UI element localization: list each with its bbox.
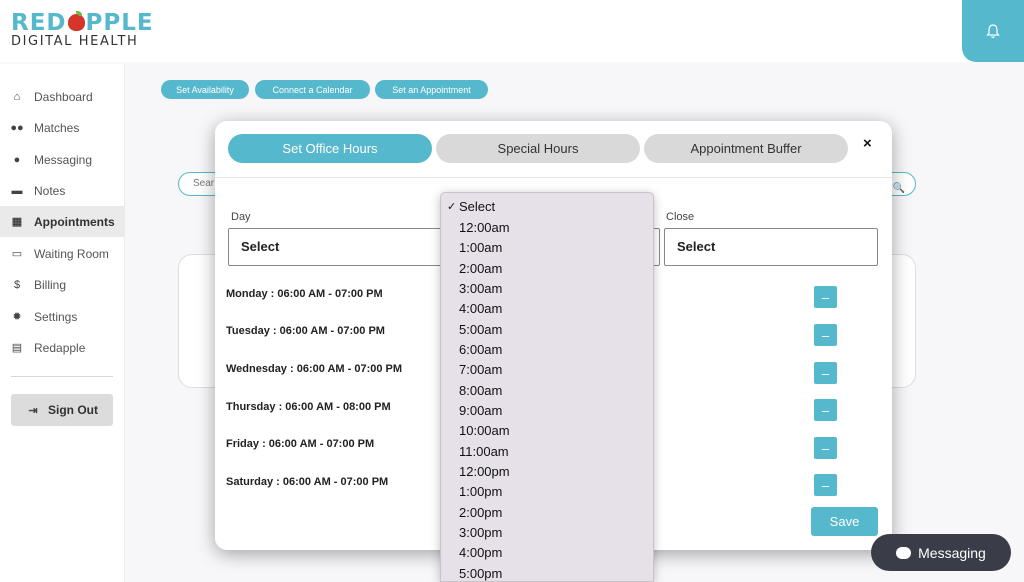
schedule-row-wednesday: Wednesday : 06:00 AM - 07:00 PM: [226, 363, 403, 375]
sidebar-item-label: Messaging: [34, 152, 93, 167]
users-icon: ●●: [10, 121, 24, 134]
sidebar-item-label: Billing: [34, 277, 67, 292]
sidebar-item-matches[interactable]: ●● Matches: [0, 112, 124, 143]
sidebar: ⌂ Dashboard ●● Matches ● Messaging ▬ Not…: [0, 64, 125, 582]
close-label: Close: [666, 211, 695, 223]
schedule-row-friday: Friday : 06:00 AM - 07:00 PM: [226, 438, 375, 450]
table-icon: ▦: [11, 216, 23, 228]
sidebar-item-label: Waiting Room: [34, 246, 109, 261]
tabs-divider: [215, 177, 892, 178]
dropdown-option[interactable]: 10:00am: [441, 421, 653, 441]
tab-special-hours[interactable]: Special Hours: [436, 134, 640, 163]
document-icon: ▤: [11, 342, 23, 354]
sign-out-label: Sign Out: [48, 403, 98, 417]
sidebar-item-label: Dashboard: [34, 89, 93, 104]
dropdown-option[interactable]: 1:00am: [441, 238, 653, 258]
dropdown-option[interactable]: 7:00am: [441, 360, 653, 380]
dropdown-option[interactable]: 3:00am: [441, 279, 653, 299]
tab-appointment-buffer[interactable]: Appointment Buffer: [644, 134, 848, 163]
dropdown-option[interactable]: 2:00am: [441, 259, 653, 279]
tab-set-office-hours[interactable]: Set Office Hours: [228, 134, 432, 163]
save-button[interactable]: Save: [811, 507, 878, 536]
schedule-row-thursday: Thursday : 06:00 AM - 08:00 PM: [226, 401, 391, 413]
dropdown-option[interactable]: 12:00pm: [441, 462, 653, 482]
sidebar-item-redapple[interactable]: ▤ Redapple: [0, 332, 124, 363]
dropdown-option[interactable]: 2:00pm: [441, 503, 653, 523]
chat-bubble-icon: [896, 546, 912, 559]
dropdown-option[interactable]: 8:00am: [441, 381, 653, 401]
schedule-row-saturday: Saturday : 06:00 AM - 07:00 PM: [226, 476, 389, 488]
bell-icon: [986, 23, 1000, 38]
redapple-logo[interactable]: RED PPLE DIGITAL HEALTH: [11, 10, 154, 49]
dropdown-option[interactable]: 12:00am: [441, 218, 653, 238]
remove-friday-button[interactable]: –: [814, 437, 837, 459]
sidebar-item-notes[interactable]: ▬ Notes: [0, 175, 124, 206]
chat-icon: ●: [13, 153, 21, 166]
schedule-row-tuesday: Tuesday : 06:00 AM - 07:00 PM: [226, 325, 385, 337]
sidebar-item-label: Matches: [34, 120, 80, 135]
sign-out-button[interactable]: ⇥ Sign Out: [11, 394, 113, 426]
dollar-icon: $: [13, 278, 21, 291]
dropdown-option[interactable]: 5:00pm: [441, 564, 653, 581]
sidebar-item-appointments[interactable]: ▦ Appointments: [0, 206, 124, 237]
remove-monday-button[interactable]: –: [814, 286, 837, 308]
remove-wednesday-button[interactable]: –: [814, 362, 837, 384]
dropdown-option[interactable]: 6:00am: [441, 340, 653, 360]
sidebar-item-label: Settings: [34, 309, 78, 324]
dropdown-option[interactable]: 3:00pm: [441, 523, 653, 543]
search-icon: 🔍: [892, 183, 905, 194]
remove-thursday-button[interactable]: –: [814, 399, 837, 421]
sidebar-item-waiting-room[interactable]: ▭ Waiting Room: [0, 238, 124, 269]
search-placeholder: Sear: [193, 178, 215, 189]
schedule-row-monday: Monday : 06:00 AM - 07:00 PM: [226, 288, 383, 300]
logo-wordmark: RED PPLE: [11, 10, 154, 36]
home-icon: ⌂: [13, 90, 21, 103]
sidebar-item-dashboard[interactable]: ⌂ Dashboard: [0, 81, 124, 112]
dropdown-option[interactable]: 9:00am: [441, 401, 653, 421]
notifications-button[interactable]: [962, 0, 1024, 62]
gear-icon: ✹: [12, 311, 22, 323]
logo-tagline: DIGITAL HEALTH: [11, 34, 139, 49]
sidebar-item-label: Redapple: [34, 340, 86, 355]
sidebar-item-label: Appointments: [34, 214, 115, 229]
checkmark-icon: ✓: [447, 201, 457, 213]
sidebar-item-label: Notes: [34, 183, 66, 198]
scroll-icon: ▬: [11, 184, 23, 197]
messaging-chip-button[interactable]: Messaging: [871, 534, 1011, 571]
day-select[interactable]: Select: [228, 228, 458, 266]
sidebar-item-settings[interactable]: ✹ Settings: [0, 301, 124, 332]
top-bar: RED PPLE DIGITAL HEALTH: [0, 0, 1024, 62]
remove-tuesday-button[interactable]: –: [814, 324, 837, 346]
dropdown-option[interactable]: 1:00pm: [441, 482, 653, 502]
set-appointment-button[interactable]: Set an Appointment: [375, 80, 488, 99]
close-select[interactable]: Select: [664, 228, 878, 266]
sidebar-divider: [11, 376, 113, 377]
dropdown-option[interactable]: 11:00am: [441, 442, 653, 462]
dropdown-option[interactable]: 4:00am: [441, 299, 653, 319]
connect-calendar-button[interactable]: Connect a Calendar: [255, 80, 370, 99]
set-availability-button[interactable]: Set Availability: [161, 80, 249, 99]
sidebar-item-messaging[interactable]: ● Messaging: [0, 144, 124, 175]
dropdown-option[interactable]: 5:00am: [441, 320, 653, 340]
remove-saturday-button[interactable]: –: [814, 474, 837, 496]
close-icon[interactable]: ×: [863, 135, 872, 152]
open-time-dropdown[interactable]: ✓ Select 12:00am 1:00am 2:00am 3:00am 4:0…: [440, 192, 654, 582]
video-icon: ▭: [11, 248, 23, 260]
sign-out-icon: ⇥: [28, 404, 38, 417]
dropdown-option-selected[interactable]: ✓ Select: [441, 197, 653, 217]
apple-icon: [67, 11, 85, 31]
dropdown-option[interactable]: 4:00pm: [441, 543, 653, 563]
messaging-chip-label: Messaging: [918, 544, 986, 561]
day-label: Day: [231, 211, 251, 223]
sidebar-item-billing[interactable]: $ Billing: [0, 269, 124, 300]
